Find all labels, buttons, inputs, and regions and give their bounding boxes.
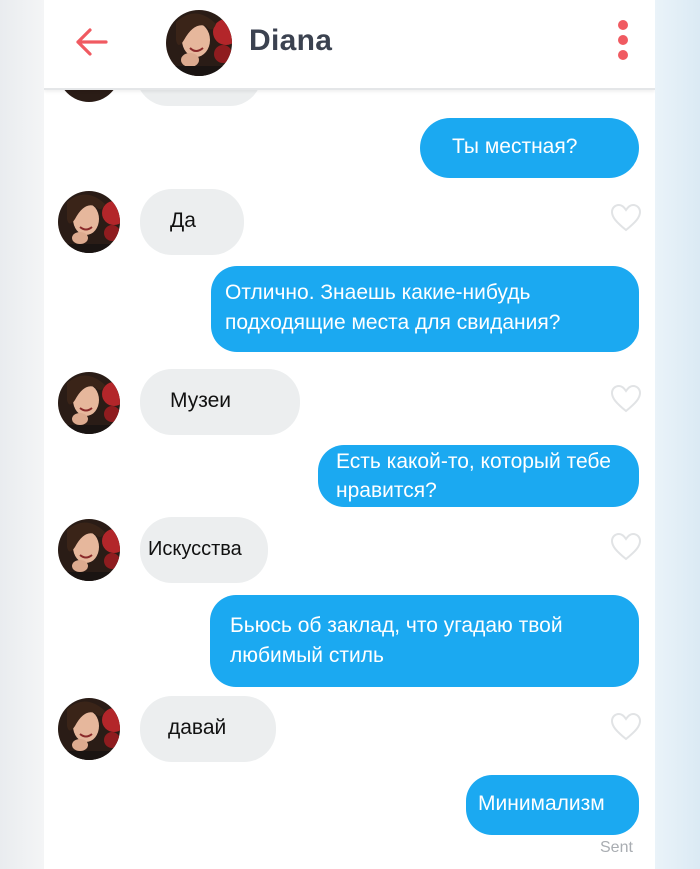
contact-avatar <box>58 372 120 434</box>
heart-icon[interactable] <box>610 203 642 233</box>
message-bubble-incoming[interactable]: Искусства <box>140 517 268 583</box>
chat-screen: Diana Ты местная? Да Отлично. Знаешь как… <box>44 0 655 869</box>
message-bubble-incoming[interactable] <box>136 88 262 106</box>
message-bubble-outgoing[interactable]: Отлично. Знаешь какие-нибудь подходящие … <box>211 266 639 352</box>
heart-icon[interactable] <box>610 532 642 562</box>
more-options-button[interactable] <box>614 20 632 64</box>
message-status: Sent <box>600 839 633 856</box>
message-bubble-outgoing[interactable]: Минимализм <box>466 775 639 835</box>
heart-icon[interactable] <box>610 384 642 414</box>
contact-avatar <box>58 191 120 253</box>
vertical-dots-icon <box>614 20 632 60</box>
heart-icon[interactable] <box>610 712 642 742</box>
chat-header: Diana <box>44 0 655 90</box>
message-bubble-outgoing[interactable]: Бьюсь об заклад, что угадаю твой любимый… <box>210 595 639 687</box>
message-bubble-incoming[interactable]: давай <box>140 696 276 762</box>
back-button[interactable] <box>74 26 110 58</box>
message-list[interactable]: Ты местная? Да Отлично. Знаешь какие-ниб… <box>44 88 655 869</box>
message-bubble-outgoing[interactable]: Есть какой-то, который тебе нравится? <box>318 445 639 507</box>
contact-avatar <box>58 88 120 102</box>
message-bubble-outgoing[interactable]: Ты местная? <box>420 118 639 178</box>
contact-avatar[interactable] <box>166 10 232 76</box>
contact-name[interactable]: Diana <box>249 24 332 58</box>
message-bubble-incoming[interactable]: Да <box>140 189 244 255</box>
arrow-left-icon <box>76 28 108 56</box>
message-bubble-incoming[interactable]: Музеи <box>140 369 300 435</box>
contact-avatar <box>58 698 120 760</box>
contact-avatar <box>58 519 120 581</box>
